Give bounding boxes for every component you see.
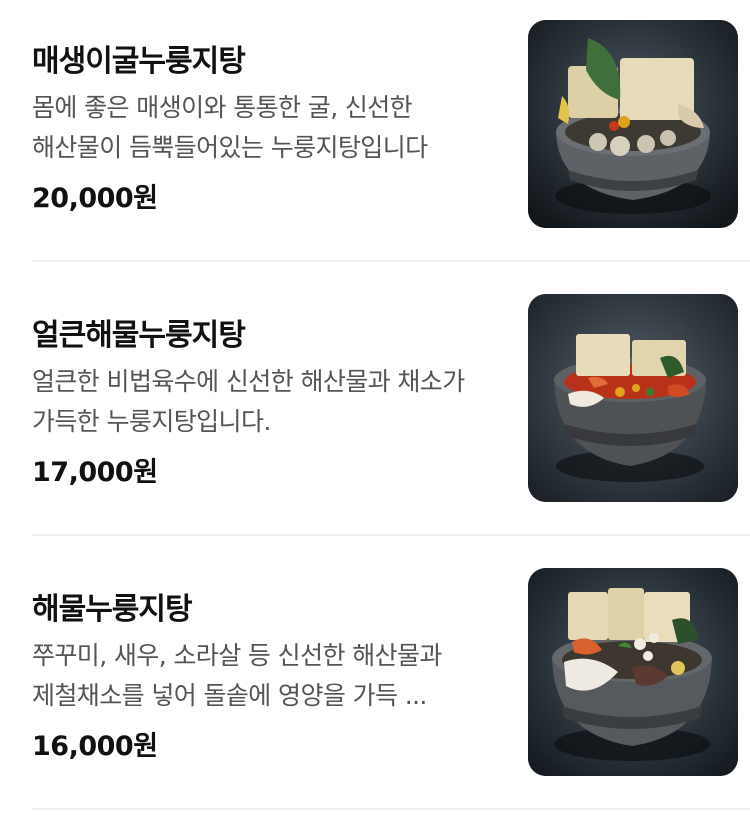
menu-item-price: 16,000원 [32, 731, 158, 762]
menu-item-photo[interactable] [528, 568, 738, 776]
menu-item-eolkeun-haemul-nurungjitang[interactable]: 얼큰해물누룽지탕 얼큰한 비법육수에 신선한 해산물과 채소가 가득한 누룽지탕… [32, 294, 750, 534]
menu-item-price: 17,000원 [32, 457, 158, 488]
stone-pot-dish-icon [528, 294, 738, 502]
menu-item-name: 매생이굴누룽지탕 [32, 44, 246, 79]
menu-item-photo[interactable] [528, 20, 738, 228]
menu-item-description: 쭈꾸미, 새우, 소라살 등 신선한 해산물과 제철채소를 넣어 돌솥에 영양을… [32, 641, 442, 710]
menu-item-photo[interactable] [528, 294, 738, 502]
menu-item-price: 20,000원 [32, 183, 158, 214]
divider [32, 260, 750, 262]
menu-item-name: 얼큰해물누룽지탕 [32, 318, 246, 353]
menu-item-description: 몸에 좋은 매생이와 통통한 굴, 신선한 해산물이 듬뿍들어있는 누룽지탕입니… [32, 93, 428, 162]
menu-item-haemul-nurungjitang[interactable]: 해물누룽지탕 쭈꾸미, 새우, 소라살 등 신선한 해산물과 제철채소를 넣어 … [32, 568, 750, 808]
menu-item-description: 얼큰한 비법육수에 신선한 해산물과 채소가 가득한 누룽지탕입니다. [32, 367, 465, 436]
stone-pot-dish-icon [528, 568, 738, 776]
menu-item-name: 해물누룽지탕 [32, 592, 193, 627]
divider [32, 534, 750, 536]
menu-item-maesaengi-gul-nurungjitang[interactable]: 매생이굴누룽지탕 몸에 좋은 매생이와 통통한 굴, 신선한 해산물이 듬뿍들어… [32, 20, 750, 260]
divider [32, 808, 750, 810]
stone-pot-dish-icon [528, 20, 738, 228]
